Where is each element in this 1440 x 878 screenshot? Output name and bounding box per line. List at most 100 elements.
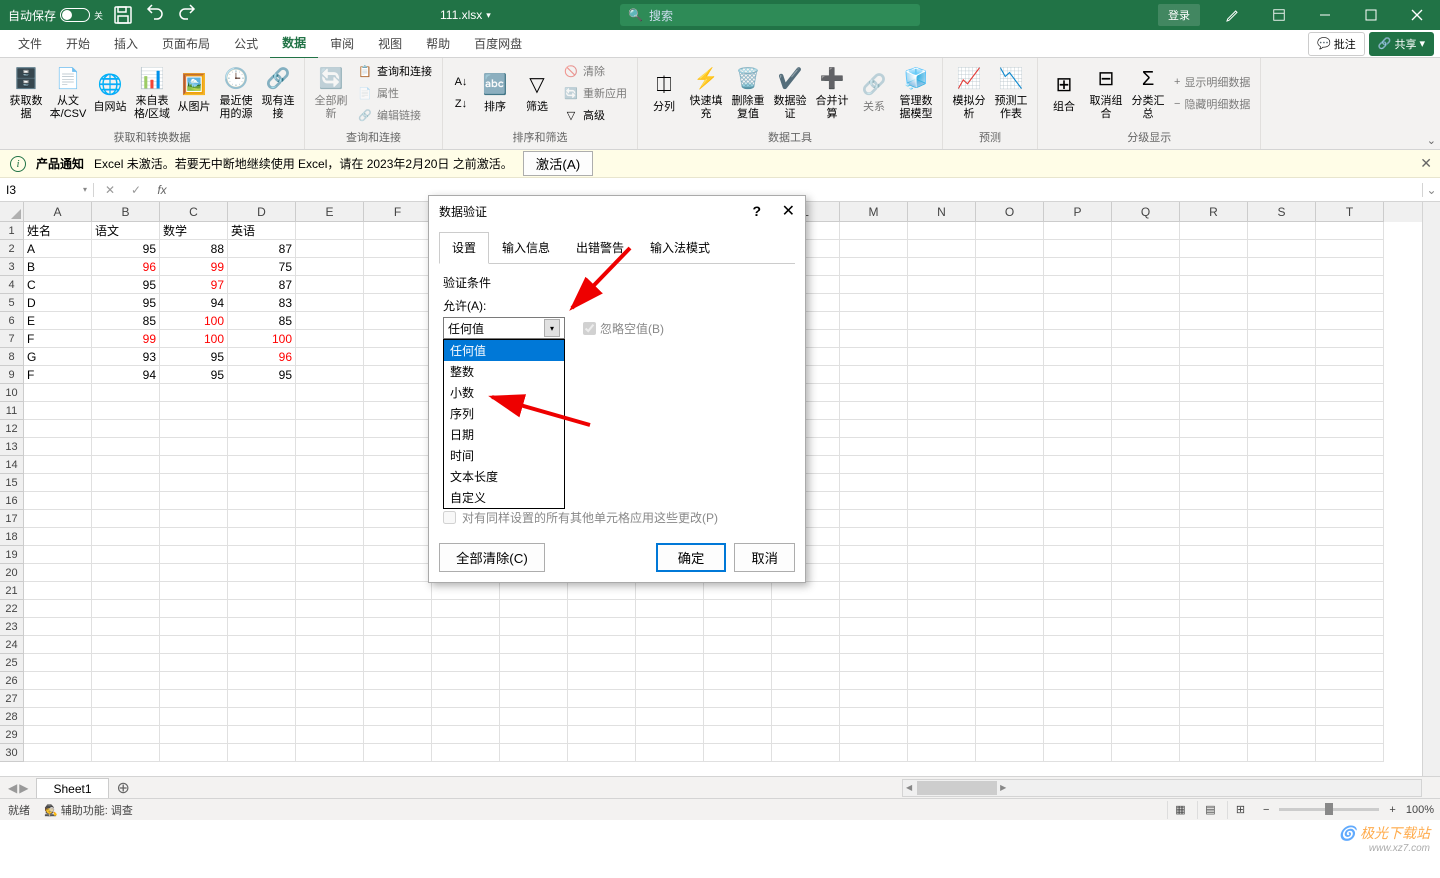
row-header[interactable]: 13 (0, 438, 24, 456)
cell[interactable] (1316, 330, 1384, 348)
cell[interactable] (908, 708, 976, 726)
row-header[interactable]: 30 (0, 744, 24, 762)
cell[interactable] (296, 546, 364, 564)
cell[interactable] (772, 600, 840, 618)
cell[interactable] (296, 726, 364, 744)
queries-connections-button[interactable]: 📋查询和连接 (353, 61, 436, 81)
cell[interactable]: 语文 (92, 222, 160, 240)
cancel-button[interactable]: 取消 (734, 543, 795, 572)
cell[interactable] (432, 690, 500, 708)
cancel-formula-icon[interactable]: ✕ (98, 180, 122, 200)
cell[interactable] (364, 510, 432, 528)
cell[interactable] (364, 582, 432, 600)
cell[interactable] (1044, 474, 1112, 492)
cell[interactable] (228, 600, 296, 618)
cell[interactable] (1316, 546, 1384, 564)
row-header[interactable]: 8 (0, 348, 24, 366)
cell[interactable] (772, 582, 840, 600)
cell[interactable] (1112, 600, 1180, 618)
cell[interactable] (160, 420, 228, 438)
cell[interactable] (432, 654, 500, 672)
cell[interactable] (1180, 384, 1248, 402)
cell[interactable] (1316, 420, 1384, 438)
cell[interactable] (1248, 312, 1316, 330)
cell[interactable] (636, 744, 704, 762)
cell[interactable] (840, 546, 908, 564)
cell[interactable] (840, 276, 908, 294)
cell[interactable] (296, 492, 364, 510)
cell[interactable] (1316, 348, 1384, 366)
cell[interactable] (24, 636, 92, 654)
cell[interactable] (1180, 366, 1248, 384)
data-validation-button[interactable]: ✔️数据验证 (770, 60, 810, 126)
cell[interactable] (1248, 672, 1316, 690)
cell[interactable]: 97 (160, 276, 228, 294)
cell[interactable] (908, 546, 976, 564)
dropdown-option[interactable]: 任何值 (444, 340, 564, 361)
flash-fill-button[interactable]: ⚡快速填充 (686, 60, 726, 126)
cell[interactable]: G (24, 348, 92, 366)
cell[interactable] (1044, 708, 1112, 726)
cell[interactable] (976, 312, 1044, 330)
cell[interactable] (1112, 636, 1180, 654)
cell[interactable] (160, 546, 228, 564)
cell[interactable] (1044, 384, 1112, 402)
chevron-down-icon[interactable]: ▾ (544, 319, 560, 337)
cell[interactable] (1112, 384, 1180, 402)
dropdown-option[interactable]: 序列 (444, 403, 564, 424)
dialog-help-icon[interactable]: ? (752, 203, 761, 219)
cell[interactable] (976, 474, 1044, 492)
cell[interactable] (976, 276, 1044, 294)
cell[interactable] (92, 528, 160, 546)
group-button[interactable]: ⊞组合 (1044, 60, 1084, 126)
cell[interactable] (568, 744, 636, 762)
cell[interactable]: D (24, 294, 92, 312)
row-header[interactable]: 5 (0, 294, 24, 312)
cell[interactable] (1112, 294, 1180, 312)
cell[interactable] (1180, 456, 1248, 474)
cell[interactable] (1180, 276, 1248, 294)
cell[interactable] (704, 726, 772, 744)
cell[interactable] (1180, 636, 1248, 654)
cell[interactable] (296, 564, 364, 582)
cell[interactable] (840, 528, 908, 546)
cell[interactable] (1316, 690, 1384, 708)
cell[interactable] (1316, 258, 1384, 276)
cell[interactable] (976, 546, 1044, 564)
cell[interactable] (772, 708, 840, 726)
cell[interactable] (92, 492, 160, 510)
cell[interactable] (840, 492, 908, 510)
cell[interactable] (1112, 618, 1180, 636)
minimize-icon[interactable] (1302, 0, 1348, 30)
subtotal-button[interactable]: Σ分类汇总 (1128, 60, 1168, 126)
sheet-tab-sheet1[interactable]: Sheet1 (36, 778, 108, 799)
cell[interactable] (1248, 528, 1316, 546)
cell[interactable] (1316, 366, 1384, 384)
advanced-filter-button[interactable]: ▽高级 (559, 105, 631, 125)
cell[interactable] (840, 456, 908, 474)
cell[interactable] (636, 708, 704, 726)
column-header[interactable]: S (1248, 202, 1316, 222)
cell[interactable] (160, 744, 228, 762)
cell[interactable] (976, 258, 1044, 276)
cell[interactable] (568, 600, 636, 618)
allow-dropdown[interactable]: 任何值整数小数序列日期时间文本长度自定义 (443, 339, 565, 509)
cell[interactable]: B (24, 258, 92, 276)
cell[interactable] (1180, 708, 1248, 726)
sort-desc-button[interactable]: Z↓ (449, 94, 473, 114)
cell[interactable] (1112, 240, 1180, 258)
recent-sources-button[interactable]: 🕒最近使用的源 (216, 60, 256, 126)
zoom-in-button[interactable]: + (1389, 804, 1395, 816)
tab-pagelayout[interactable]: 页面布局 (150, 29, 222, 58)
cell[interactable] (500, 600, 568, 618)
cell[interactable]: 英语 (228, 222, 296, 240)
cell[interactable]: 87 (228, 276, 296, 294)
cell[interactable] (1112, 564, 1180, 582)
cell[interactable]: 83 (228, 294, 296, 312)
dropdown-option[interactable]: 时间 (444, 445, 564, 466)
cell[interactable] (160, 456, 228, 474)
cell[interactable] (976, 564, 1044, 582)
cell[interactable] (364, 690, 432, 708)
dialog-tab-input-message[interactable]: 输入信息 (489, 232, 563, 263)
column-header[interactable]: M (840, 202, 908, 222)
